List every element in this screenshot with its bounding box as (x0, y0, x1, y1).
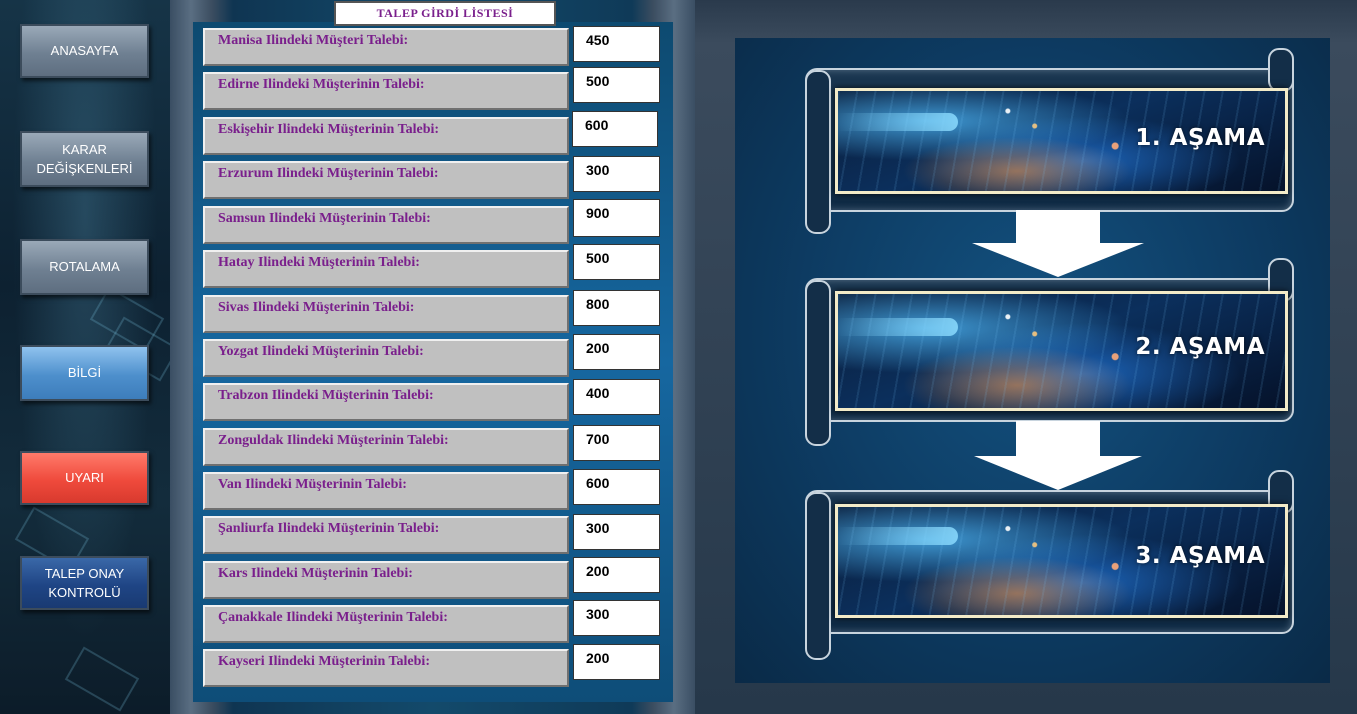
stage-3-label: 3. AŞAMA (1135, 543, 1265, 569)
hexagon-decoration (64, 646, 140, 712)
nav-button-label: DEĞİŞKENLERİ (36, 161, 133, 176)
demand-input[interactable]: 900 (573, 199, 660, 237)
row-label: Çanakkale Ilindeki Müşterinin Talebi: (203, 605, 569, 643)
demand-input[interactable]: 300 (573, 600, 660, 636)
demand-input[interactable]: 800 (573, 290, 660, 326)
demand-input[interactable]: 700 (573, 425, 660, 461)
demand-input[interactable]: 300 (573, 156, 660, 192)
row-label: Zonguldak Ilindeki Müşterinin Talebi: (203, 428, 569, 466)
robot-hand-graphic (838, 113, 958, 131)
row-label: Hatay Ilindeki Müşterinin Talebi: (203, 250, 569, 288)
row-label: Manisa Ilindeki Müşteri Talebi: (203, 28, 569, 66)
demand-input[interactable]: 600 (572, 111, 658, 147)
demand-input[interactable]: 500 (573, 244, 660, 280)
demand-input[interactable]: 400 (573, 379, 660, 415)
nav-button-anasayfa[interactable]: ANASAYFA (20, 24, 149, 78)
nav-button-talep-onay-kontrolu[interactable]: TALEP ONAY KONTROLÜ (20, 556, 149, 610)
row-label: Erzurum Ilindeki Müşterinin Talebi: (203, 161, 569, 199)
scroll-curl-left (805, 70, 831, 234)
demand-input[interactable]: 450 (573, 26, 660, 62)
row-label: Şanliurfa Ilindeki Müşterinin Talebi: (203, 516, 569, 554)
scroll-curl-left (805, 280, 831, 446)
demand-input[interactable]: 200 (573, 334, 660, 370)
scroll-curl-left (805, 492, 831, 660)
stage-1-banner[interactable]: 1. AŞAMA (835, 88, 1288, 194)
row-label: Edirne Ilindeki Müşterinin Talebi: (203, 72, 569, 110)
demand-input[interactable]: 600 (573, 469, 660, 505)
stage-3-banner[interactable]: 3. AŞAMA (835, 504, 1288, 618)
nav-button-label: KONTROLÜ (48, 585, 121, 600)
nav-button-rotalama[interactable]: ROTALAMA (20, 239, 149, 295)
row-label: Yozgat Ilindeki Müşterinin Talebi: (203, 339, 569, 377)
row-label: Sivas Ilindeki Müşterinin Talebi: (203, 295, 569, 333)
row-label: Trabzon Ilindeki Müşterinin Talebi: (203, 383, 569, 421)
demand-input[interactable]: 500 (573, 67, 660, 103)
nav-button-label: TALEP ONAY (44, 565, 125, 581)
nav-button-label: BİLGİ (67, 365, 102, 381)
row-label: Kayseri Ilindeki Müşterinin Talebi: (203, 649, 569, 687)
stage-2-banner[interactable]: 2. AŞAMA (835, 291, 1288, 411)
nav-button-label: UYARI (65, 470, 104, 486)
nav-button-uyari[interactable]: UYARI (20, 451, 149, 505)
stage-1-label: 1. AŞAMA (1135, 125, 1265, 151)
stage-2-label: 2. AŞAMA (1135, 334, 1265, 360)
robot-hand-graphic (838, 318, 958, 336)
nav-button-bilgi[interactable]: BİLGİ (20, 345, 149, 401)
row-label: Van Ilindeki Müşterinin Talebi: (203, 472, 569, 510)
scroll-curl-right (1268, 48, 1294, 92)
down-arrow (1016, 421, 1100, 457)
nav-button-karar-degiskenleri[interactable]: KARAR DEĞİŞKENLERİ (20, 131, 149, 187)
down-arrow-head (974, 456, 1142, 490)
row-label: Kars Ilindeki Müşterinin Talebi: (203, 561, 569, 599)
nav-button-label: KARAR (62, 141, 107, 157)
page-title: TALEP GİRDİ LİSTESİ (334, 1, 556, 26)
row-label: Samsun Ilindeki Müşterinin Talebi: (203, 206, 569, 244)
nav-button-label: ANASAYFA (50, 43, 119, 59)
robot-hand-graphic (838, 527, 958, 545)
nav-button-label: ROTALAMA (49, 259, 120, 275)
demand-input[interactable]: 200 (573, 644, 660, 680)
down-arrow-head (972, 243, 1144, 277)
demand-input[interactable]: 200 (573, 557, 660, 593)
row-label: Eskişehir Ilindeki Müşterinin Talebi: (203, 117, 569, 155)
down-arrow (1016, 210, 1100, 244)
demand-input[interactable]: 300 (573, 514, 660, 550)
